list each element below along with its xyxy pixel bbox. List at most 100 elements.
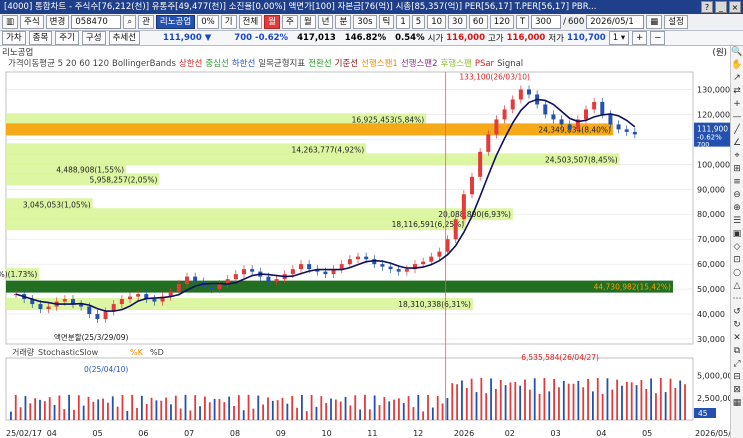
candle-body-13 <box>119 299 124 305</box>
candle-body-24 <box>209 286 214 290</box>
time-tick-6: 09 <box>276 429 286 438</box>
tool-icon-5[interactable]: — <box>731 111 743 124</box>
volume-bar-40 <box>204 396 206 420</box>
tool-icon-15[interactable]: ◇ <box>731 241 743 254</box>
tool-icon-2[interactable]: ↗ <box>731 72 743 85</box>
max-price-annotation: 133,100(26/03/10) <box>459 73 530 82</box>
tool-icon-11[interactable]: ⊖ <box>731 189 743 202</box>
tool-icon-26[interactable]: ⊠ <box>731 384 743 397</box>
volume-bar-43 <box>218 399 221 420</box>
close-icon[interactable]: × <box>729 1 741 13</box>
tool-icon-24[interactable]: ⤢ <box>731 358 743 371</box>
page-select[interactable]: 1 ▾ <box>608 31 630 45</box>
tool-icon-10[interactable]: ≡ <box>731 176 743 189</box>
period-btn-6[interactable]: 분 <box>335 15 352 29</box>
stock-name-field[interactable]: 리노공업 <box>155 15 196 29</box>
period-value[interactable]: T <box>515 15 530 29</box>
tab-4[interactable]: 추세선 <box>108 31 141 45</box>
volume-bar-72 <box>359 409 361 420</box>
tool-icon-14[interactable]: ▣ <box>731 228 743 241</box>
tool-icon-27[interactable]: ▦ <box>731 397 743 410</box>
volume-bar-21 <box>111 396 114 420</box>
minimize-icon[interactable]: _ <box>715 1 727 13</box>
tool-icon-9[interactable]: ⊞ <box>731 163 743 176</box>
interval-120[interactable]: 120 <box>489 15 514 29</box>
candle-body-58 <box>486 134 491 152</box>
chart-area[interactable]: 리노공업 (원) 가격이동평균 5 20 60 120 BollingerBand… <box>0 46 743 438</box>
tool-icon-22[interactable]: ✕ <box>731 332 743 345</box>
volume-bar-125 <box>616 379 619 420</box>
volume-bar-6 <box>39 399 41 420</box>
tab-1[interactable]: 종목 <box>28 31 53 45</box>
volume-bar-114 <box>562 380 565 420</box>
settings-button[interactable]: 설정 <box>664 15 688 29</box>
interval-1[interactable]: 1 <box>396 15 410 29</box>
volume-bar-104 <box>514 381 517 420</box>
volume-bar-25 <box>131 394 134 420</box>
time-tick-11: 02 <box>505 429 515 438</box>
volume-bar-76 <box>378 405 381 420</box>
mode-select[interactable]: 변경 <box>45 15 70 29</box>
volume-bar-38 <box>194 395 197 420</box>
chart-type-icon[interactable]: ▥ <box>2 15 19 29</box>
interval-10[interactable]: 10 <box>427 15 447 29</box>
volume-bar-120 <box>592 391 594 420</box>
period-btn-1[interactable]: 전체 <box>238 15 263 29</box>
interval-5[interactable]: 5 <box>411 15 426 29</box>
period-btn-5[interactable]: 년 <box>317 15 334 29</box>
favorite-icon[interactable]: 관 <box>138 15 154 29</box>
tool-icon-25[interactable]: ⊟ <box>731 371 743 384</box>
interval-30[interactable]: 30 <box>448 15 467 29</box>
tool-icon-7[interactable]: ∠ <box>731 137 743 150</box>
volume-bar-8 <box>48 397 51 420</box>
pct-box[interactable]: 0% <box>197 15 219 29</box>
volume-value: 417,013 <box>297 33 336 43</box>
volume-bar-47 <box>237 395 240 420</box>
period-btn-active[interactable]: 월 <box>264 15 280 29</box>
interval-60[interactable]: 60 <box>468 15 488 29</box>
date-input[interactable]: 2026/05/1 <box>586 15 645 29</box>
min-price-annotation: 액면분할(25/3/29/09) <box>54 332 129 342</box>
tool-icon-20[interactable]: ↺ <box>731 306 743 319</box>
volume-bar-81 <box>402 403 405 420</box>
volume-bar-99 <box>490 378 492 420</box>
search-icon[interactable]: ⌕ <box>123 15 137 29</box>
tool-icon-18[interactable]: △ <box>731 280 743 293</box>
price-chart[interactable]: 130,000120,000110,000100,00090,00080,000… <box>0 46 743 438</box>
tool-icon-19[interactable]: ⋯ <box>731 293 743 306</box>
period-btn-4[interactable]: 월 <box>299 15 316 29</box>
period-btn-3[interactable]: 주 <box>281 15 298 29</box>
tool-icon-3[interactable]: ⇄ <box>731 85 743 98</box>
volume-bar-44 <box>223 402 226 420</box>
tab-0[interactable]: 가차 <box>2 31 26 45</box>
period-btn-0[interactable]: 기 <box>220 15 237 29</box>
volume-bar-61 <box>305 411 308 420</box>
tool-icon-1[interactable]: ✋ <box>731 59 743 72</box>
volume-bar-12 <box>68 394 70 420</box>
code-input[interactable]: 058470 <box>71 15 122 29</box>
remove-icon[interactable]: − <box>650 31 666 45</box>
tool-icon-0[interactable]: 🔍 <box>731 46 743 59</box>
count-input[interactable]: 300 <box>531 15 562 29</box>
tab-3[interactable]: 구성 <box>81 31 106 45</box>
market-select[interactable]: 주식 <box>20 15 44 29</box>
tool-icon-13[interactable]: ☰ <box>731 215 743 228</box>
tool-icon-17[interactable]: ○ <box>731 267 743 280</box>
candle-body-43 <box>364 256 369 260</box>
add-icon[interactable]: + <box>632 31 648 45</box>
candle-body-60 <box>502 109 507 120</box>
tool-icon-8[interactable]: ⌖ <box>731 150 743 163</box>
volume-bar-5 <box>34 398 37 420</box>
calendar-icon[interactable]: ▦ <box>646 15 663 29</box>
tool-icon-12[interactable]: ⊕ <box>731 202 743 215</box>
volume-profile-label-6: 3,045,053(1,05%) <box>23 200 91 209</box>
tool-icon-16[interactable]: ⊡ <box>731 254 743 267</box>
period-btn-8[interactable]: 틱 <box>378 15 395 29</box>
period-btn-7[interactable]: 30s <box>353 15 377 29</box>
tool-icon-21[interactable]: ↻ <box>731 319 743 332</box>
tool-icon-6[interactable]: ╱ <box>731 124 743 137</box>
help-icon[interactable]: ? <box>701 1 713 13</box>
tool-icon-23[interactable]: ⧉ <box>731 345 743 358</box>
tab-2[interactable]: 주기 <box>55 31 79 45</box>
tool-icon-4[interactable]: + <box>731 98 743 111</box>
